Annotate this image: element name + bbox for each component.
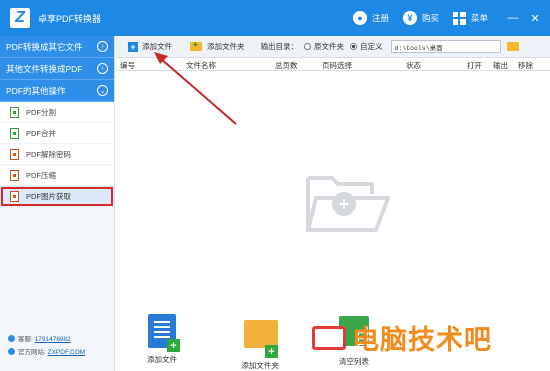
sidebar-item-pdf-compress[interactable]: PDF压缩	[0, 165, 114, 186]
col-pages: 总页数	[275, 61, 298, 70]
col-open: 打开	[467, 61, 482, 70]
col-index: 编号	[120, 61, 135, 70]
big-add-file-button[interactable]: + 添加文件	[132, 314, 192, 365]
toolbar: + 添加文件 添加文件夹 输出目录： 原文件夹 自定义 d:\tools\桌面	[116, 36, 550, 58]
pdf-file-icon	[10, 106, 19, 118]
sidebar-item-pdf-split[interactable]: PDF分割	[0, 102, 114, 123]
app-logo: Z	[10, 8, 30, 28]
chevron-right-icon: ›	[97, 41, 108, 52]
category-label: PDF的其他操作	[6, 85, 66, 96]
grid-icon	[452, 11, 466, 25]
category-pdf-other-ops[interactable]: PDF的其他操作 ⌄	[0, 80, 114, 102]
custom-label: 自定义	[360, 42, 383, 51]
big-add-folder-button[interactable]: + 添加文件夹	[230, 314, 290, 371]
qq-link[interactable]: 1791476982	[35, 336, 71, 343]
close-button[interactable]: ✕	[524, 12, 546, 25]
globe-icon	[8, 348, 15, 355]
big-add-folder-label: 添加文件夹	[241, 361, 279, 370]
sidebar-item-label: PDF合并	[26, 128, 56, 138]
folder-add-icon: +	[244, 320, 278, 358]
pdf-file-icon	[10, 169, 19, 181]
buy-label: 购买	[421, 13, 439, 23]
register-label: 注册	[371, 13, 389, 23]
add-file-label: 添加文件	[142, 42, 172, 51]
monitor-icon	[312, 325, 346, 350]
sidebar-item-label: PDF图片获取	[26, 191, 71, 201]
big-add-file-label: 添加文件	[147, 355, 177, 364]
category-pdf-to-other[interactable]: PDF转换成其它文件 ›	[0, 36, 114, 58]
pdf-file-icon	[10, 148, 19, 160]
plus-icon: +	[332, 192, 356, 216]
chevron-down-icon: ⌄	[97, 85, 108, 96]
yen-icon: ¥	[402, 11, 417, 25]
category-label: 其他文件转换成PDF	[6, 63, 83, 74]
col-page-select: 页码选择	[322, 61, 352, 70]
menu-label: 菜单	[470, 13, 488, 23]
sidebar-item-pdf-image-extract[interactable]: PDF图片获取	[0, 186, 114, 207]
category-other-to-pdf[interactable]: 其他文件转换成PDF ›	[0, 58, 114, 80]
buy-button[interactable]: ¥ 购买	[402, 11, 439, 25]
user-icon: ●	[352, 11, 367, 25]
sidebar: PDF转换成其它文件 › 其他文件转换成PDF › PDF的其他操作 ⌄ PDF…	[0, 36, 115, 371]
contact-info: 客服: 1791476982 官方网站: ZXPDF.COM	[8, 333, 85, 359]
minimize-button[interactable]: —	[502, 12, 524, 24]
sidebar-item-label: PDF压缩	[26, 170, 56, 180]
sidebar-item-label: PDF分割	[26, 107, 56, 117]
watermark-text: 电脑技术吧	[352, 325, 492, 355]
category-label: PDF转换成其它文件	[6, 41, 83, 52]
qq-icon	[8, 335, 15, 342]
empty-drop-area[interactable]: +	[302, 168, 394, 240]
sidebar-item-pdf-unlock[interactable]: PDF解除密码	[0, 144, 114, 165]
pdf-file-icon	[10, 190, 19, 202]
file-table-header: 编号 文件名称 总页数 页码选择 状态 打开 输出 移除	[116, 58, 550, 71]
output-path-input[interactable]: d:\tools\桌面	[390, 40, 501, 53]
menu-button[interactable]: 菜单	[452, 11, 488, 25]
original-folder-label: 原文件夹	[314, 42, 344, 51]
col-output: 输出	[493, 61, 508, 70]
browse-folder-icon[interactable]	[506, 42, 519, 51]
col-filename: 文件名称	[186, 61, 216, 70]
add-file-button[interactable]: + 添加文件	[128, 41, 172, 52]
radio-custom[interactable]	[350, 43, 357, 50]
chevron-right-icon: ›	[97, 63, 108, 74]
register-button[interactable]: ● 注册	[352, 11, 389, 25]
plus-icon: +	[128, 41, 138, 52]
output-dir-label: 输出目录：	[260, 42, 299, 51]
sidebar-item-pdf-merge[interactable]: PDF合并	[0, 123, 114, 144]
document-add-icon: +	[146, 314, 180, 352]
radio-original-folder[interactable]	[304, 43, 311, 50]
big-clear-list-label: 清空列表	[339, 357, 369, 366]
col-remove: 移除	[518, 61, 533, 70]
add-folder-label: 添加文件夹	[207, 42, 245, 51]
title-bar: Z 卓享PDF转换器 ● 注册 ¥ 购买 菜单 — ✕	[0, 0, 550, 36]
site-link[interactable]: ZXPDF.COM	[48, 349, 86, 356]
site-watermark: 电脑技术吧	[312, 318, 492, 357]
qq-label: 客服:	[18, 336, 33, 343]
sidebar-item-label: PDF解除密码	[26, 149, 71, 159]
add-folder-button[interactable]: 添加文件夹	[190, 40, 245, 52]
col-status: 状态	[406, 61, 421, 70]
pdf-file-icon	[10, 127, 19, 139]
app-title: 卓享PDF转换器	[38, 13, 102, 24]
site-label: 官方网站:	[18, 349, 46, 356]
folder-add-icon	[190, 40, 202, 51]
